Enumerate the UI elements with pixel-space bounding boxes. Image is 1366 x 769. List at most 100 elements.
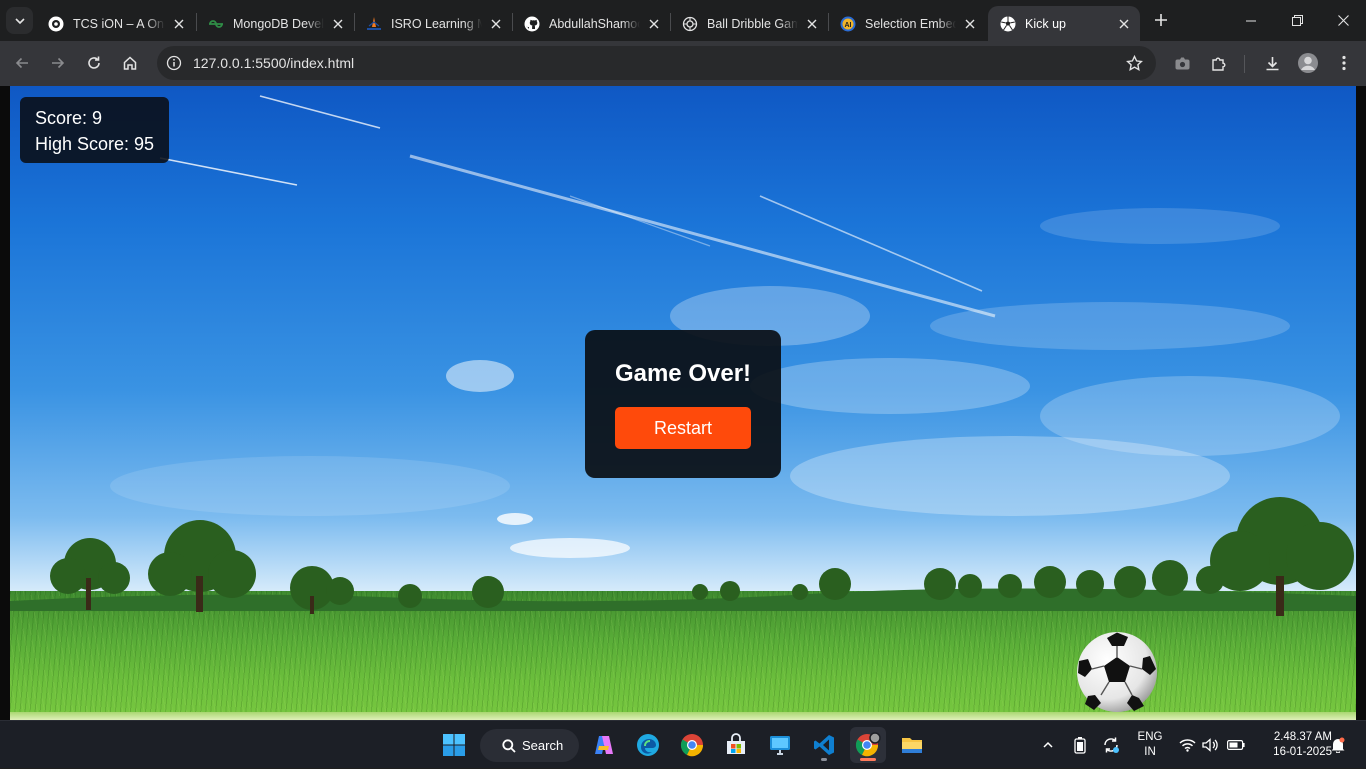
chrome-app[interactable] (674, 727, 710, 763)
close-icon[interactable] (330, 16, 346, 32)
tree-line (10, 497, 1356, 616)
site-info-icon[interactable] (165, 54, 183, 72)
close-icon[interactable] (804, 16, 820, 32)
remote-desktop-app[interactable] (762, 727, 798, 763)
more-vertical-icon (1342, 55, 1346, 71)
toolbar-divider (1244, 55, 1245, 73)
home-button[interactable] (116, 49, 144, 77)
minimize-icon (1246, 20, 1256, 21)
sync-icon (1104, 737, 1119, 753)
game-canvas[interactable]: Score: 9 High Score: 95 Game Over! Resta… (10, 86, 1356, 720)
selection-icon: AI (840, 16, 856, 32)
tcs-ion-icon (48, 16, 64, 32)
tab-title: TCS iON – A One Stop Solution (73, 16, 165, 31)
close-icon[interactable] (1116, 16, 1132, 32)
downloads-button[interactable] (1258, 49, 1286, 77)
close-icon[interactable] (488, 16, 504, 32)
copilot-app[interactable] (586, 727, 622, 763)
bell-icon (1331, 737, 1345, 753)
score-panel: Score: 9 High Score: 95 (20, 97, 169, 163)
bookmark-star-icon[interactable] (1124, 53, 1144, 73)
close-icon (1337, 15, 1349, 26)
game-over-dialog: Game Over! Restart (585, 330, 781, 478)
clock-date: 16-01-2025 (1273, 746, 1332, 758)
address-bar[interactable]: 127.0.0.1:5500/index.html (157, 46, 1156, 80)
edge-icon (637, 734, 659, 756)
screenshot-button[interactable] (1168, 49, 1196, 77)
taskbar-search[interactable]: Search (480, 729, 579, 762)
search-icon (502, 738, 516, 753)
minimize-button[interactable] (1228, 0, 1274, 41)
tab-selection[interactable]: AI Selection Embedding (828, 6, 986, 41)
tab-title: MongoDB Developer (233, 16, 324, 31)
battery-tray[interactable] (1070, 721, 1090, 769)
soccer-ball-icon[interactable] (1076, 631, 1158, 713)
battery-status-tray[interactable] (1224, 721, 1248, 769)
extensions-button[interactable] (1204, 49, 1232, 77)
store-app[interactable] (718, 727, 754, 763)
tab-title: ISRO Learning Management (391, 16, 482, 31)
tab-title: AbdullahShamoon (549, 16, 640, 31)
tab-search-button[interactable] (6, 7, 33, 34)
close-icon[interactable] (962, 16, 978, 32)
restore-button[interactable] (1274, 0, 1320, 41)
openai-icon (682, 16, 698, 32)
tab-ball-dribble[interactable]: Ball Dribble Game (670, 6, 828, 41)
puzzle-icon (1211, 57, 1225, 71)
volume-tray[interactable] (1200, 721, 1220, 769)
profile-avatar[interactable] (1294, 49, 1322, 77)
windows-taskbar: Search ENG IN 2.48.37 AM 16-01-2025 (0, 720, 1366, 768)
arrow-left-icon (15, 57, 28, 69)
language-region: IN (1144, 746, 1156, 758)
close-window-button[interactable] (1320, 0, 1366, 41)
close-icon[interactable] (646, 16, 662, 32)
back-button[interactable] (8, 49, 36, 77)
start-button[interactable] (436, 727, 472, 763)
tab-title: Selection Embedding (865, 16, 956, 31)
game-over-title: Game Over! (614, 360, 752, 387)
tab-tcs-ion[interactable]: TCS iON – A One Stop Solution (36, 6, 195, 41)
store-icon (727, 733, 745, 754)
clock-time: 2.48.37 AM (1273, 731, 1332, 743)
chrome-profile-app[interactable] (850, 727, 886, 763)
sync-tray[interactable] (1100, 721, 1122, 769)
geeksforgeeks-icon (208, 16, 224, 32)
arrow-right-icon (52, 57, 65, 69)
volume-icon (1202, 738, 1218, 752)
soccer-ball-icon (1000, 16, 1016, 32)
reload-button[interactable] (80, 49, 108, 77)
url-text[interactable]: 127.0.0.1:5500/index.html (193, 55, 354, 71)
tab-strip: TCS iON – A One Stop Solution MongoDB De… (0, 0, 1366, 41)
current-score: Score: 9 (35, 108, 103, 128)
menu-button[interactable] (1330, 49, 1358, 77)
file-explorer-app[interactable] (894, 727, 930, 763)
tab-github[interactable]: AbdullahShamoon (512, 6, 670, 41)
file-explorer-icon (902, 738, 922, 753)
wifi-tray[interactable] (1176, 721, 1198, 769)
chrome-icon (680, 734, 704, 757)
forward-button[interactable] (44, 49, 72, 77)
tab-kick-up[interactable]: Kick up (988, 6, 1140, 41)
home-icon (123, 56, 137, 70)
plus-icon (1155, 14, 1167, 26)
browser-toolbar: 127.0.0.1:5500/index.html (0, 41, 1366, 86)
reload-icon (88, 56, 100, 69)
vscode-app[interactable] (806, 727, 842, 763)
download-icon (1266, 56, 1278, 70)
language-indicator[interactable]: ENG IN (1134, 730, 1166, 760)
avatar-icon (1298, 53, 1318, 73)
close-icon[interactable] (171, 16, 187, 32)
system-clock[interactable]: 2.48.37 AM 16-01-2025 (1254, 730, 1332, 760)
language-code: ENG (1137, 731, 1163, 743)
battery-horizontal-icon (1227, 740, 1245, 750)
tab-mongodb[interactable]: MongoDB Developer (196, 6, 354, 41)
show-hidden-icons[interactable] (1038, 721, 1058, 769)
new-tab-button[interactable] (1149, 8, 1173, 32)
restore-icon (1291, 15, 1303, 26)
notifications-tray[interactable] (1328, 721, 1348, 769)
edge-app[interactable] (630, 727, 666, 763)
tab-isro[interactable]: ISRO Learning Management (354, 6, 512, 41)
high-score: High Score: 95 (35, 134, 155, 154)
remote-desktop-icon (770, 736, 790, 755)
restart-button[interactable]: Restart (615, 407, 751, 449)
